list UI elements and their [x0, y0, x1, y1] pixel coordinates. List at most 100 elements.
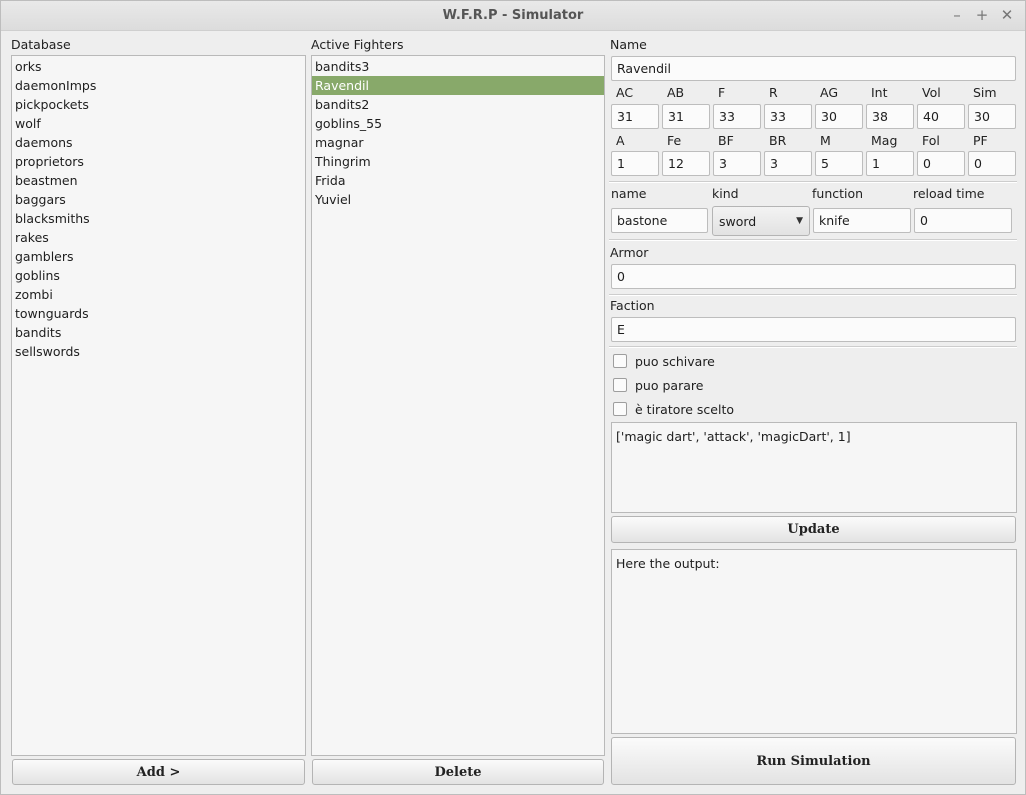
faction-label: Faction [610, 298, 655, 313]
list-item[interactable]: goblins_55 [312, 114, 604, 133]
checkbox-row[interactable]: puo schivare [613, 353, 715, 369]
weapon-name-input[interactable]: bastone [611, 208, 708, 233]
checkbox[interactable] [613, 378, 627, 392]
stat-label: BF [718, 133, 734, 148]
list-item[interactable]: magnar [312, 133, 604, 152]
list-item[interactable]: rakes [12, 228, 305, 247]
close-icon[interactable]: ✕ [998, 6, 1016, 24]
weapon-name-label: name [611, 186, 647, 201]
list-item[interactable]: orks [12, 57, 305, 76]
update-button[interactable]: Update [611, 516, 1016, 543]
name-label: Name [610, 37, 647, 52]
stat-input[interactable]: 3 [713, 151, 761, 176]
stat-input[interactable]: 31 [662, 104, 710, 129]
stat-input[interactable]: 30 [968, 104, 1016, 129]
list-item[interactable]: wolf [12, 114, 305, 133]
list-item[interactable]: bandits3 [312, 57, 604, 76]
output-textarea[interactable]: Here the output: [611, 549, 1017, 734]
stat-label: Mag [871, 133, 898, 148]
stat-input[interactable]: 0 [917, 151, 965, 176]
separator [609, 239, 1017, 240]
weapon-reload-input[interactable]: 0 [914, 208, 1012, 233]
app-window: W.F.R.P - Simulator – + ✕ Database orks d… [0, 0, 1026, 795]
title-bar[interactable]: W.F.R.P - Simulator – + ✕ [1, 1, 1025, 31]
checkbox-label: puo parare [635, 377, 704, 393]
checkbox[interactable] [613, 354, 627, 368]
list-item[interactable]: blacksmiths [12, 209, 305, 228]
stat-input[interactable]: 12 [662, 151, 710, 176]
chevron-down-icon: ▼ [796, 216, 803, 226]
checkbox-label: è tiratore scelto [635, 401, 735, 417]
stat-label: Fol [922, 133, 940, 148]
stat-label: Vol [922, 85, 941, 100]
stat-input[interactable]: 5 [815, 151, 863, 176]
list-item[interactable]: baggars [12, 190, 305, 209]
list-item[interactable]: bandits2 [312, 95, 604, 114]
stat-label: BR [769, 133, 787, 148]
stat-input[interactable]: 0 [968, 151, 1016, 176]
add-button[interactable]: Add > [12, 759, 305, 785]
armor-label: Armor [610, 245, 649, 260]
separator [609, 294, 1017, 295]
list-item[interactable]: townguards [12, 304, 305, 323]
armor-input[interactable]: 0 [611, 264, 1016, 289]
stat-label: Sim [973, 85, 997, 100]
stat-input[interactable]: 1 [611, 151, 659, 176]
stat-label: Fe [667, 133, 682, 148]
stat-label: F [718, 85, 726, 100]
checkbox[interactable] [613, 402, 627, 416]
list-item[interactable]: pickpockets [12, 95, 305, 114]
list-item[interactable]: Yuviel [312, 190, 604, 209]
list-item[interactable]: daemons [12, 133, 305, 152]
database-list[interactable]: orks daemonImps pickpockets wolf daemons prop… [11, 55, 306, 756]
separator [609, 346, 1017, 347]
stat-input[interactable]: 33 [713, 104, 761, 129]
checkbox-label: puo schivare [635, 353, 715, 369]
separator [609, 181, 1017, 182]
stat-label: A [616, 133, 625, 148]
checkbox-row[interactable]: puo parare [613, 377, 703, 393]
stat-input[interactable]: 31 [611, 104, 659, 129]
list-item[interactable]: Ravendil [312, 76, 604, 95]
stat-input[interactable]: 1 [866, 151, 914, 176]
database-label: Database [11, 37, 71, 52]
stat-input[interactable]: 30 [815, 104, 863, 129]
weapon-kind-label: kind [712, 186, 739, 201]
list-item[interactable]: daemonImps [12, 76, 305, 95]
weapon-kind-select[interactable]: sword ▼ [712, 206, 810, 236]
weapon-reload-label: reload time [913, 186, 985, 201]
list-item[interactable]: beastmen [12, 171, 305, 190]
list-item[interactable]: zombi [12, 285, 305, 304]
stat-label: AG [820, 85, 839, 100]
minimize-icon[interactable]: – [948, 6, 966, 24]
list-item[interactable]: gamblers [12, 247, 305, 266]
weapon-function-input[interactable]: knife [813, 208, 911, 233]
weapon-function-label: function [812, 186, 864, 201]
active-fighters-list[interactable]: bandits3 Ravendil bandits2 goblins_55 magnar… [311, 55, 605, 756]
run-simulation-button[interactable]: Run Simulation [611, 737, 1016, 785]
stat-label: M [820, 133, 831, 148]
list-item[interactable]: bandits [12, 323, 305, 342]
stat-input[interactable]: 38 [866, 104, 914, 129]
list-item[interactable]: proprietors [12, 152, 305, 171]
stat-label: AB [667, 85, 685, 100]
maximize-icon[interactable]: + [973, 6, 991, 24]
spells-textarea[interactable]: ['magic dart', 'attack', 'magicDart', 1] [611, 422, 1017, 513]
stat-label: R [769, 85, 778, 100]
list-item[interactable]: Frida [312, 171, 604, 190]
stat-input[interactable]: 3 [764, 151, 812, 176]
weapon-kind-value: sword [719, 213, 757, 229]
stat-input[interactable]: 33 [764, 104, 812, 129]
faction-input[interactable]: E [611, 317, 1016, 342]
delete-button[interactable]: Delete [312, 759, 604, 785]
checkbox-row[interactable]: è tiratore scelto [613, 401, 734, 417]
active-fighters-label: Active Fighters [311, 37, 404, 52]
stat-input[interactable]: 40 [917, 104, 965, 129]
stat-label: AC [616, 85, 634, 100]
stat-label: PF [973, 133, 988, 148]
window-title: W.F.R.P - Simulator [442, 8, 584, 23]
list-item[interactable]: sellswords [12, 342, 305, 361]
list-item[interactable]: goblins [12, 266, 305, 285]
name-input[interactable]: Ravendil [611, 56, 1016, 81]
list-item[interactable]: Thingrim [312, 152, 604, 171]
